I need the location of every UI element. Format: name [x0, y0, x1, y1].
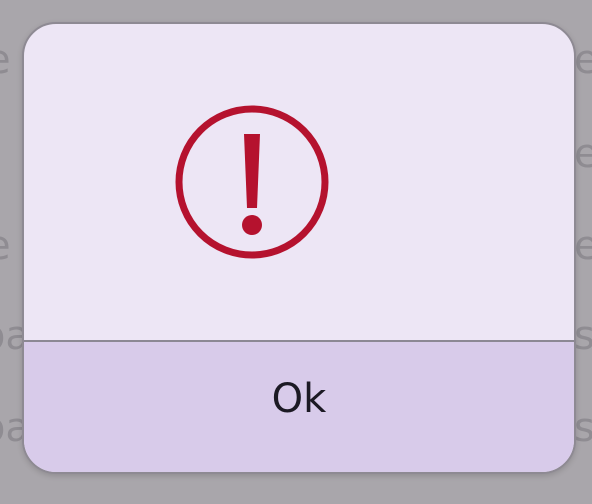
dialog-body: [24, 24, 574, 340]
alert-dialog: Ok: [22, 22, 576, 474]
background-text: e: [574, 131, 592, 177]
ok-button-label: Ok: [271, 376, 327, 422]
exclamation-circle-icon: [175, 105, 329, 259]
ok-button[interactable]: Ok: [24, 342, 574, 472]
background-text: e: [574, 37, 592, 83]
background-text: e: [0, 40, 11, 80]
background-text: s: [574, 405, 592, 451]
background-text: e: [0, 226, 11, 266]
background-text: e: [574, 223, 592, 269]
background-text: s: [574, 313, 592, 359]
